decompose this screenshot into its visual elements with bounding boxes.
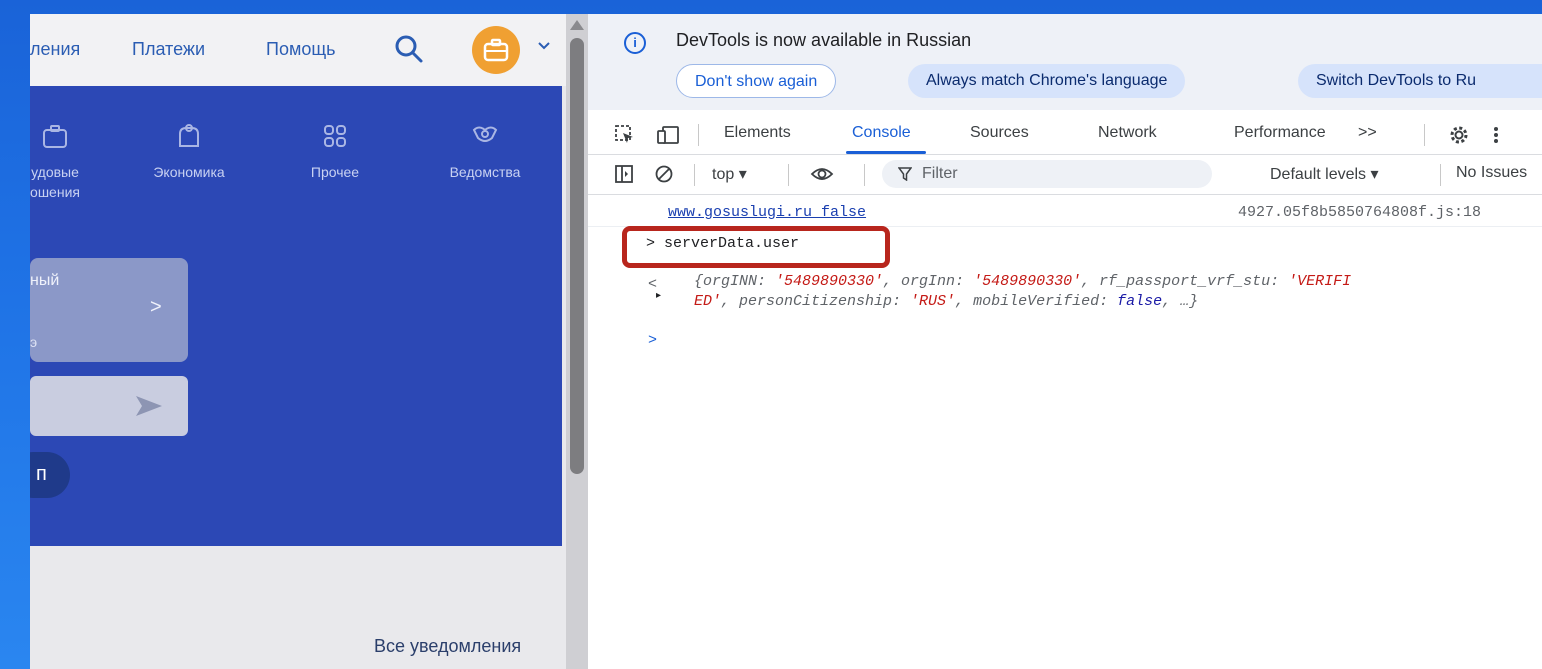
toolbar-divider: [864, 164, 865, 186]
console-output-object[interactable]: {orgINN: '5489890330', orgInn: '54898903…: [694, 272, 1351, 312]
scrollbar-thumb[interactable]: [570, 38, 584, 474]
console-output-line: {orgINN: '5489890330', orgInn: '54898903…: [694, 272, 1351, 292]
language-infobar: i DevTools is now available in Russian D…: [588, 14, 1542, 110]
context-selector[interactable]: top ▾: [712, 164, 747, 184]
category-label: удовые: [31, 164, 79, 180]
gear-icon[interactable]: [1448, 124, 1470, 146]
chevron-down-icon[interactable]: [536, 38, 552, 54]
category-label: Прочее: [310, 164, 360, 180]
filter-placeholder: Filter: [922, 165, 958, 182]
filter-input[interactable]: Filter: [882, 160, 1212, 188]
filter-icon: [898, 167, 912, 181]
tab-elements[interactable]: Elements: [724, 124, 791, 142]
sidebar-toggle-icon[interactable]: [614, 164, 634, 184]
output-key: , mobileVerified:: [955, 293, 1118, 310]
tab-performance[interactable]: Performance: [1234, 124, 1326, 142]
console-output-line: ED', personCitizenship: 'RUS', mobileVer…: [694, 292, 1351, 312]
output-string: '5489890330': [775, 273, 884, 290]
output-string: 'VERIFI: [1288, 273, 1352, 290]
tab-network[interactable]: Network: [1098, 124, 1157, 142]
card-title: ный: [30, 272, 60, 289]
switch-devtools-language-button[interactable]: Switch DevTools to Ru: [1298, 64, 1542, 98]
service-card[interactable]: ный > э: [30, 258, 188, 362]
toolbar-divider: [1440, 164, 1441, 186]
toolbar-divider: [788, 164, 789, 186]
category-label: Ведомства: [449, 164, 521, 180]
screenshot: ления Платежи Помощь удовые ошения Эконо…: [30, 14, 1542, 669]
nav-help-link[interactable]: Помощь: [266, 39, 336, 60]
briefcase-icon: [483, 38, 509, 62]
expand-object-icon[interactable]: ▸: [656, 290, 661, 301]
output-key: , orgInn:: [883, 273, 974, 290]
toolbar-divider: [698, 124, 699, 146]
toolbar-divider: [694, 164, 695, 186]
website-panel: ления Платежи Помощь удовые ошения Эконо…: [30, 14, 614, 669]
output-key: , …}: [1162, 293, 1199, 310]
match-chrome-language-button[interactable]: Always match Chrome's language: [908, 64, 1186, 98]
kebab-menu-icon[interactable]: [1492, 124, 1500, 146]
output-boolean: false: [1117, 293, 1163, 310]
toolbar-divider: [1424, 124, 1425, 146]
log-levels-dropdown[interactable]: Default levels ▾: [1270, 164, 1379, 184]
output-key: {orgINN:: [694, 273, 776, 290]
briefcase-icon: [43, 125, 67, 148]
search-icon[interactable]: [394, 34, 424, 64]
category-label: ошения: [30, 184, 80, 200]
all-notifications-link[interactable]: Все уведомления: [374, 636, 521, 657]
dont-show-again-button[interactable]: Don't show again: [676, 64, 837, 98]
inspect-element-icon[interactable]: [614, 124, 636, 146]
scroll-up-arrow-icon[interactable]: [570, 20, 584, 30]
wallet-icon: [179, 124, 199, 147]
active-tab-indicator: [846, 151, 926, 154]
devtools-panel: i DevTools is now available in Russian D…: [588, 14, 1542, 669]
card-subtitle: э: [30, 334, 38, 350]
user-avatar[interactable]: [472, 26, 520, 74]
infobar-message: DevTools is now available in Russian: [676, 30, 972, 50]
console-filter-bar: top ▾ Filter Default levels ▾ No Issues: [588, 156, 1542, 195]
devtools-tab-bar: Elements Console Sources Network Perform…: [588, 114, 1542, 155]
category-label: Экономика: [153, 164, 225, 180]
output-string: ED': [694, 293, 722, 310]
category-economy[interactable]: Экономика: [134, 122, 244, 182]
chip-label: п: [36, 463, 47, 485]
nav-notifications-link[interactable]: ления: [30, 39, 80, 60]
device-toolbar-icon[interactable]: [656, 124, 680, 146]
message-input[interactable]: [30, 376, 188, 436]
send-icon[interactable]: [134, 394, 164, 418]
site-header: ления Платежи Помощь: [30, 14, 570, 86]
clear-console-icon[interactable]: [654, 164, 674, 184]
more-tabs-button[interactable]: >>: [1358, 124, 1377, 142]
output-key: , rf_passport_vrf_stu:: [1081, 273, 1289, 290]
annotation-highlight-box: [622, 226, 890, 268]
grid-icon: [324, 125, 346, 147]
output-string: '5489890330': [973, 273, 1082, 290]
console-log-message: www.gosuslugi.ru false: [668, 204, 867, 221]
output-string: 'RUS': [910, 293, 956, 310]
tab-sources[interactable]: Sources: [970, 124, 1029, 142]
card-arrow-icon: >: [150, 296, 162, 318]
tab-console[interactable]: Console: [852, 124, 911, 142]
category-agencies[interactable]: Ведомства: [430, 122, 540, 182]
category-labor[interactable]: удовые ошения: [30, 122, 110, 202]
output-key: , personCitizenship:: [721, 293, 911, 310]
console-log-source-link[interactable]: 4927.05f8b5850764808f.js:18: [1238, 204, 1481, 221]
eye-icon[interactable]: [810, 164, 834, 184]
issues-button[interactable]: No Issues: [1456, 164, 1527, 182]
emblem-icon: [472, 126, 498, 142]
console-prompt-caret[interactable]: >: [648, 332, 657, 349]
category-other[interactable]: Прочее: [280, 122, 390, 182]
info-icon: i: [624, 32, 646, 54]
nav-payments-link[interactable]: Платежи: [132, 39, 205, 60]
